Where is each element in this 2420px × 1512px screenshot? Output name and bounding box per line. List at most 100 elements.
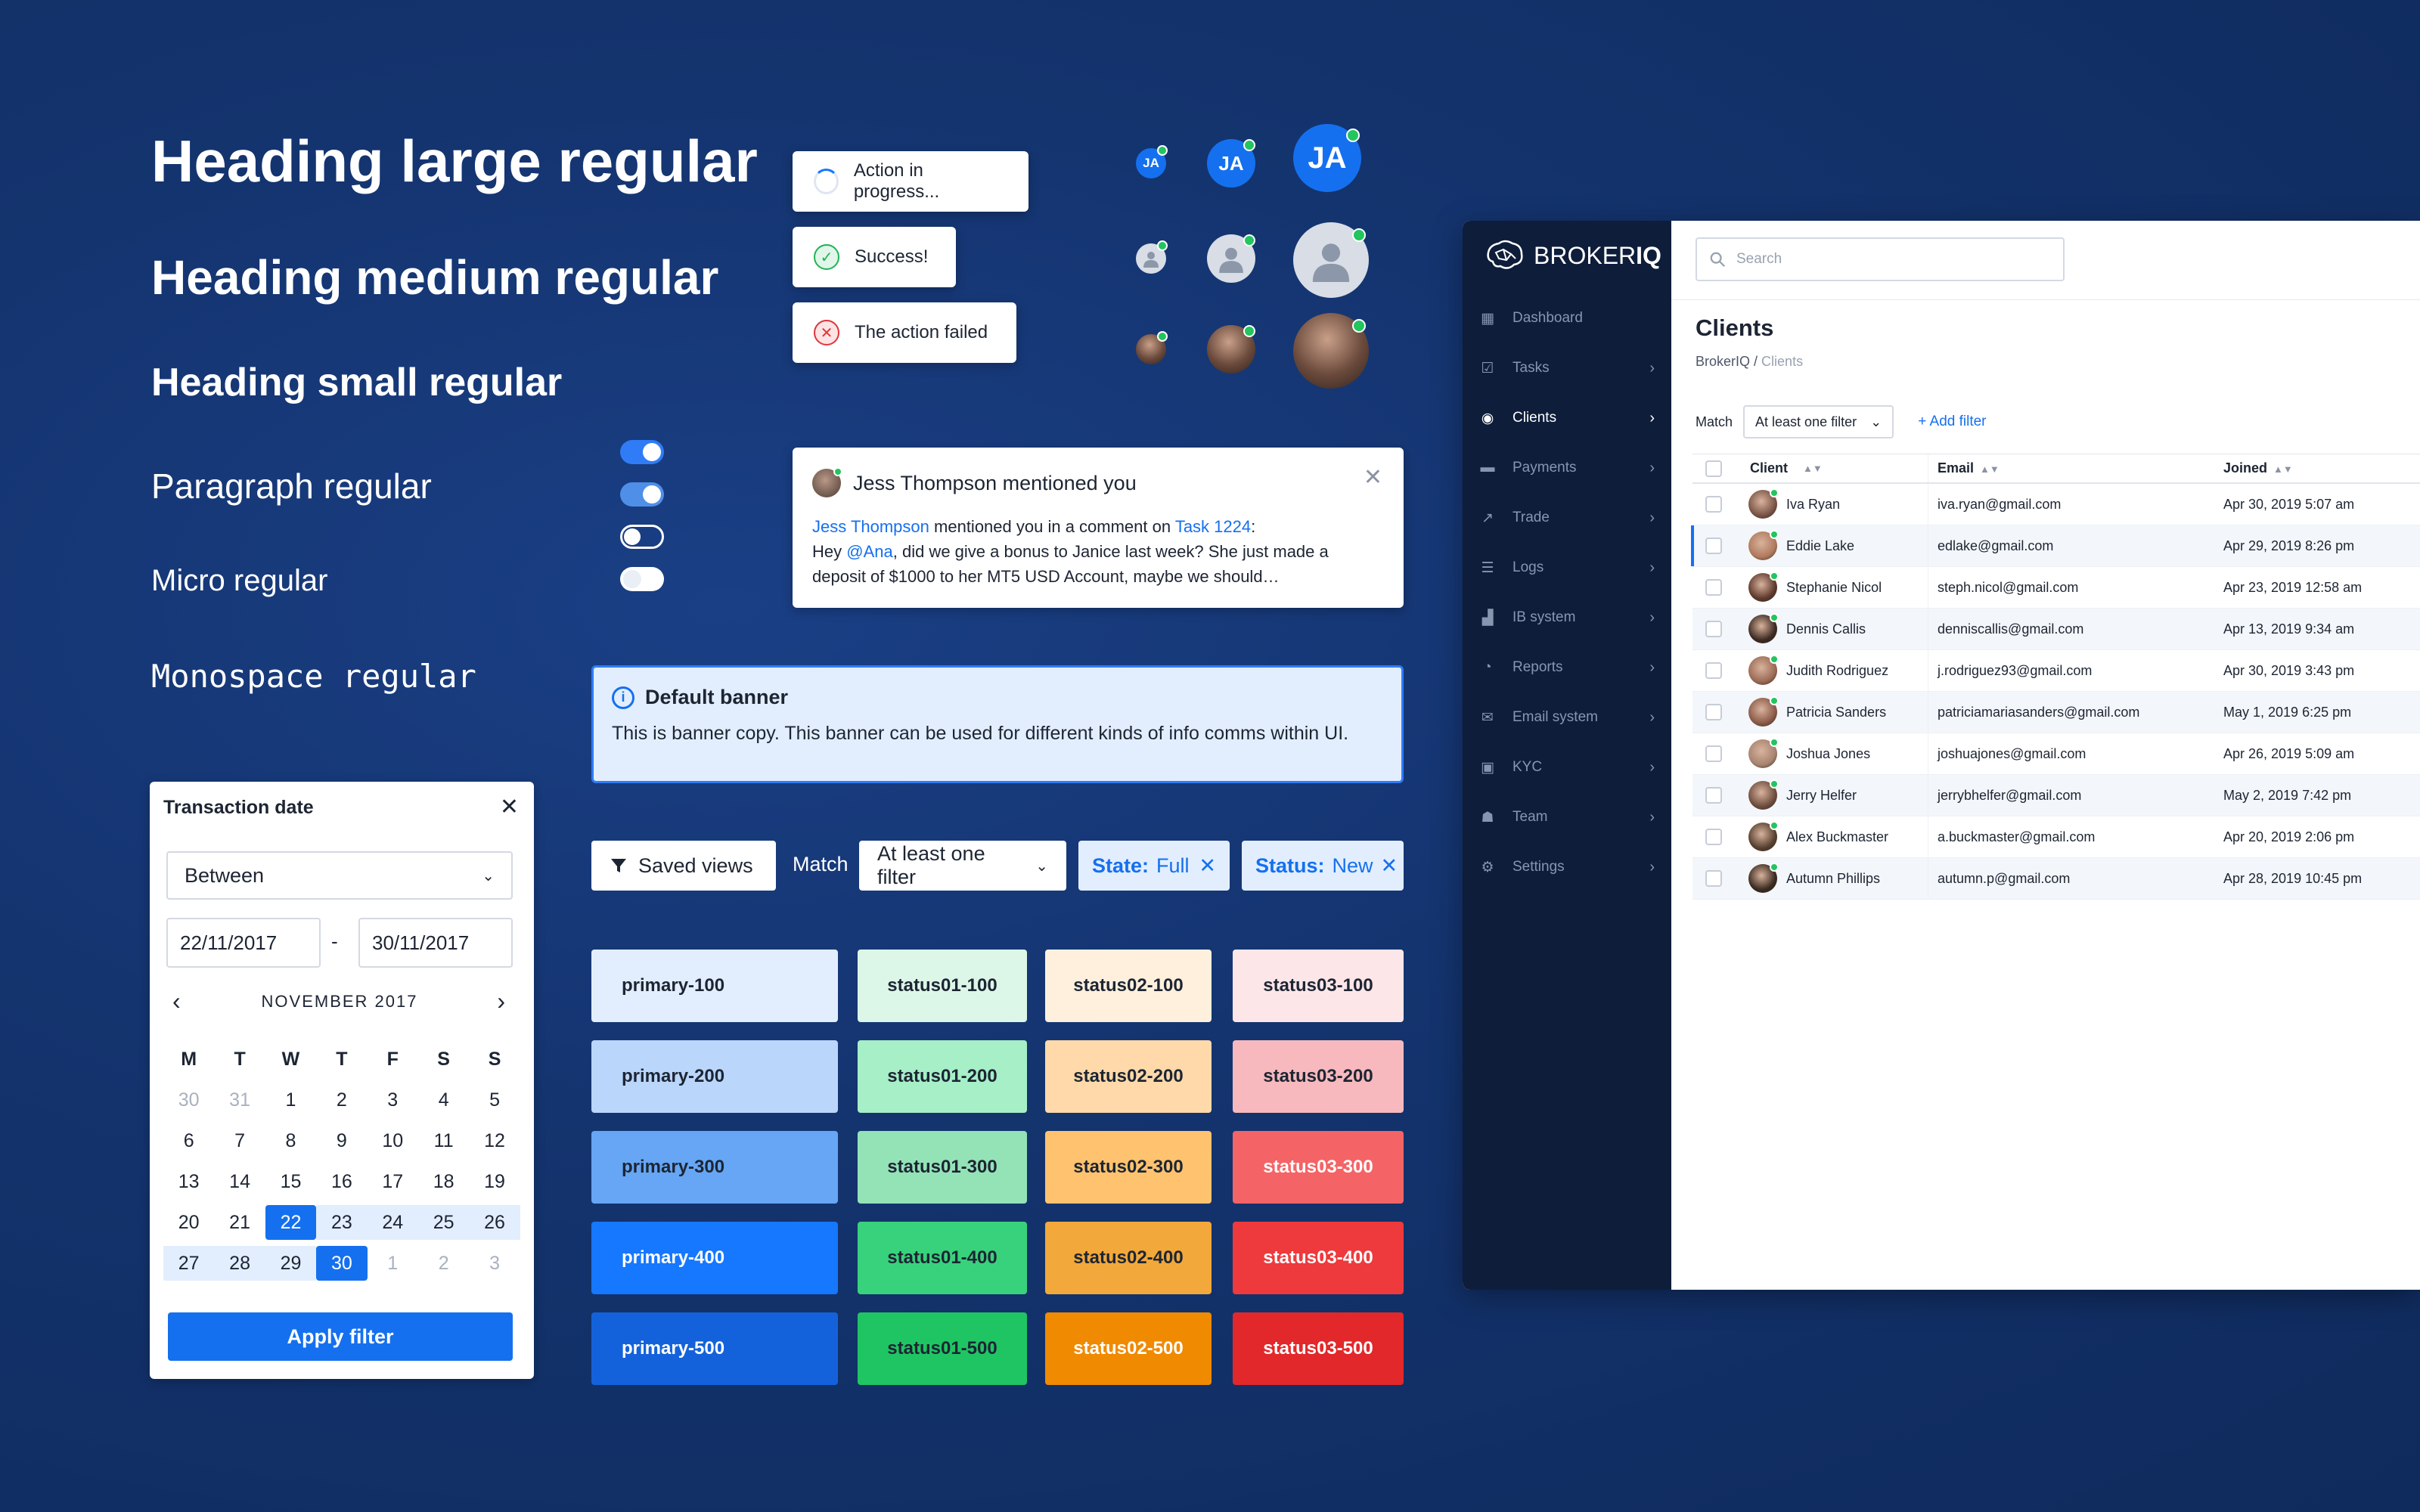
date-from-input[interactable]: 22/11/2017 — [166, 918, 321, 968]
add-filter-button[interactable]: + Add filter — [1918, 414, 1986, 430]
calendar-day[interactable]: 6 — [163, 1123, 214, 1158]
calendar-day[interactable]: 19 — [469, 1164, 520, 1199]
row-checkbox[interactable] — [1705, 745, 1722, 762]
calendar-day[interactable]: 11 — [418, 1123, 469, 1158]
row-checkbox[interactable] — [1705, 621, 1722, 637]
range-mode-select[interactable]: Between ⌄ — [166, 851, 513, 900]
task-link[interactable]: Task 1224 — [1175, 517, 1251, 536]
table-row[interactable]: Judith Rodriguez j.rodriguez93@gmail.com A… — [1692, 650, 2420, 692]
sidebar-item-settings[interactable]: ⚙ Settings › — [1463, 842, 1671, 892]
sidebar-item-dashboard[interactable]: ▦ Dashboard — [1463, 293, 1671, 343]
sidebar-item-label: Clients — [1512, 410, 1557, 426]
calendar-day[interactable]: 4 — [418, 1083, 469, 1117]
calendar-day[interactable]: 16 — [316, 1164, 367, 1199]
toggle-on-light[interactable] — [620, 482, 664, 507]
table-row[interactable]: Dennis Callis denniscallis@gmail.com Apr 1… — [1692, 609, 2420, 650]
table-row[interactable]: Autumn Phillips autumn.p@gmail.com Apr 28,… — [1692, 858, 2420, 900]
filter-chip-status[interactable]: Status: New ✕ — [1242, 841, 1404, 891]
match-dropdown[interactable]: At least one filter ⌄ — [859, 841, 1066, 891]
calendar-day[interactable]: 30 — [163, 1083, 214, 1117]
filter-chip-state[interactable]: State: Full ✕ — [1078, 841, 1230, 891]
row-checkbox[interactable] — [1705, 579, 1722, 596]
calendar-day[interactable]: 3 — [368, 1083, 418, 1117]
calendar-day[interactable]: 3 — [469, 1246, 520, 1281]
calendar-day[interactable]: 8 — [265, 1123, 316, 1158]
column-header-client[interactable]: Client ▲▼ — [1735, 454, 1928, 482]
chevron-left-icon[interactable]: ‹ — [166, 987, 182, 1015]
row-checkbox[interactable] — [1705, 704, 1722, 720]
calendar-day[interactable]: 18 — [418, 1164, 469, 1199]
apply-filter-button[interactable]: Apply filter — [168, 1312, 513, 1361]
email-system-icon: ✉ — [1481, 709, 1494, 726]
mention-notification[interactable]: Jess Thompson mentioned you ✕ Jess Thomp… — [793, 448, 1404, 608]
table-row[interactable]: Patricia Sanders patriciamariasanders@gma… — [1692, 692, 2420, 733]
calendar-day[interactable]: 5 — [469, 1083, 520, 1117]
calendar-day[interactable]: 17 — [368, 1164, 418, 1199]
calendar-day[interactable]: 2 — [316, 1083, 367, 1117]
calendar-day[interactable]: 10 — [368, 1123, 418, 1158]
calendar-day[interactable]: 30 — [316, 1246, 368, 1281]
mention-link[interactable]: @Ana — [846, 542, 892, 561]
table-row[interactable]: Eddie Lake edlake@gmail.com Apr 29, 2019 8… — [1691, 525, 2420, 567]
client-joined: Apr 26, 2019 5:09 am — [2223, 745, 2355, 761]
table-row[interactable]: Stephanie Nicol steph.nicol@gmail.com Apr … — [1692, 567, 2420, 609]
sidebar-item-ib-system[interactable]: ▟ IB system › — [1463, 593, 1671, 643]
calendar-day[interactable]: 27 — [163, 1246, 215, 1281]
row-checkbox[interactable] — [1705, 496, 1722, 513]
calendar-day[interactable]: 24 — [367, 1205, 418, 1240]
date-picker: Transaction date ✕ Between ⌄ 22/11/2017 … — [150, 782, 534, 1379]
sidebar-item-reports[interactable]: ◔ Reports › — [1463, 643, 1671, 692]
row-checkbox[interactable] — [1705, 870, 1722, 887]
row-checkbox[interactable] — [1705, 662, 1722, 679]
row-checkbox[interactable] — [1705, 829, 1722, 845]
toggle-on[interactable] — [620, 440, 664, 464]
calendar-day[interactable]: 22 — [265, 1205, 317, 1240]
calendar-day[interactable]: 12 — [469, 1123, 520, 1158]
calendar-day[interactable]: 20 — [163, 1205, 214, 1240]
saved-views-button[interactable]: Saved views — [591, 841, 776, 891]
author-link[interactable]: Jess Thompson — [812, 517, 929, 536]
calendar-day[interactable]: 9 — [316, 1123, 367, 1158]
column-header-joined[interactable]: Joined ▲▼ — [2223, 460, 2293, 476]
chevron-right-icon[interactable]: › — [497, 987, 513, 1015]
toggle-disabled[interactable] — [620, 567, 664, 591]
sidebar-item-email-system[interactable]: ✉ Email system › — [1463, 692, 1671, 742]
sidebar-item-tasks[interactable]: ☑ Tasks › — [1463, 343, 1671, 393]
match-dropdown[interactable]: At least one filter ⌄ — [1743, 405, 1894, 438]
calendar-day[interactable]: 1 — [368, 1246, 418, 1281]
calendar-day[interactable]: 26 — [469, 1205, 520, 1240]
table-row[interactable]: Iva Ryan iva.ryan@gmail.com Apr 30, 2019 5… — [1692, 484, 2420, 525]
table-row[interactable]: Alex Buckmaster a.buckmaster@gmail.com Apr… — [1692, 816, 2420, 858]
calendar-day[interactable]: 25 — [417, 1205, 470, 1240]
column-header-email[interactable]: Email ▲▼ — [1928, 460, 2223, 476]
calendar-day[interactable]: 2 — [418, 1246, 469, 1281]
row-checkbox[interactable] — [1705, 538, 1722, 554]
calendar-day[interactable]: 28 — [214, 1246, 265, 1281]
sidebar-item-logs[interactable]: ☰ Logs › — [1463, 543, 1671, 593]
calendar-day[interactable]: 23 — [316, 1205, 368, 1240]
calendar-day[interactable]: 21 — [214, 1205, 265, 1240]
calendar-day[interactable]: 14 — [214, 1164, 265, 1199]
calendar-day[interactable]: 15 — [265, 1164, 316, 1199]
select-all-checkbox[interactable] — [1705, 460, 1722, 477]
swatch-status03-500: status03-500 — [1233, 1312, 1404, 1385]
calendar-day[interactable]: 1 — [265, 1083, 316, 1117]
calendar-day[interactable]: 29 — [265, 1246, 317, 1281]
search-input[interactable]: Search — [1696, 237, 2065, 281]
sidebar-item-trade[interactable]: ↗ Trade › — [1463, 493, 1671, 543]
calendar-day[interactable]: 31 — [214, 1083, 265, 1117]
close-icon[interactable]: ✕ — [500, 794, 519, 820]
row-checkbox[interactable] — [1705, 787, 1722, 804]
table-row[interactable]: Jerry Helfer jerrybhelfer@gmail.com May 2,… — [1692, 775, 2420, 816]
breadcrumb-root[interactable]: BrokerIQ — [1696, 354, 1750, 369]
calendar-day[interactable]: 13 — [163, 1164, 214, 1199]
sidebar-item-kyc[interactable]: ▣ KYC › — [1463, 742, 1671, 792]
sidebar-item-clients[interactable]: ◉ Clients › — [1463, 393, 1671, 443]
date-to-input[interactable]: 30/11/2017 — [358, 918, 513, 968]
toggle-off[interactable] — [620, 525, 664, 549]
close-icon[interactable]: ✕ — [1364, 464, 1382, 491]
sidebar-item-team[interactable]: ☗ Team › — [1463, 792, 1671, 842]
table-row[interactable]: Joshua Jones joshuajones@gmail.com Apr 26,… — [1692, 733, 2420, 775]
calendar-day[interactable]: 7 — [214, 1123, 265, 1158]
sidebar-item-payments[interactable]: ▬ Payments › — [1463, 443, 1671, 493]
